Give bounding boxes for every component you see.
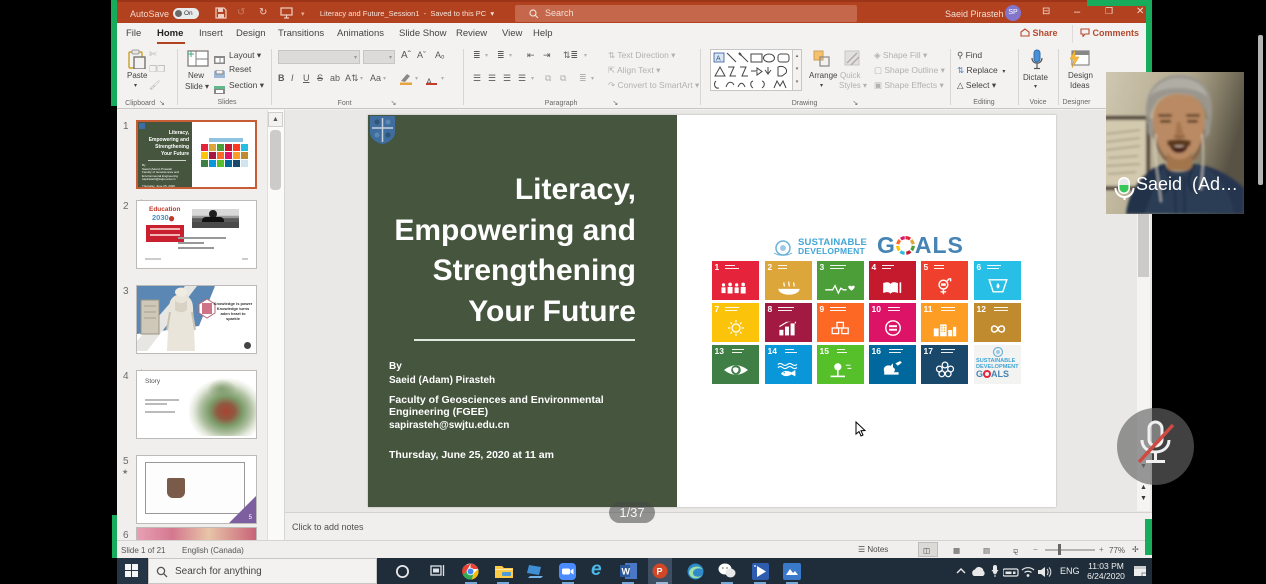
- svg-text:W: W: [622, 567, 631, 577]
- svg-text:A: A: [716, 56, 721, 63]
- svg-text:P: P: [657, 567, 663, 577]
